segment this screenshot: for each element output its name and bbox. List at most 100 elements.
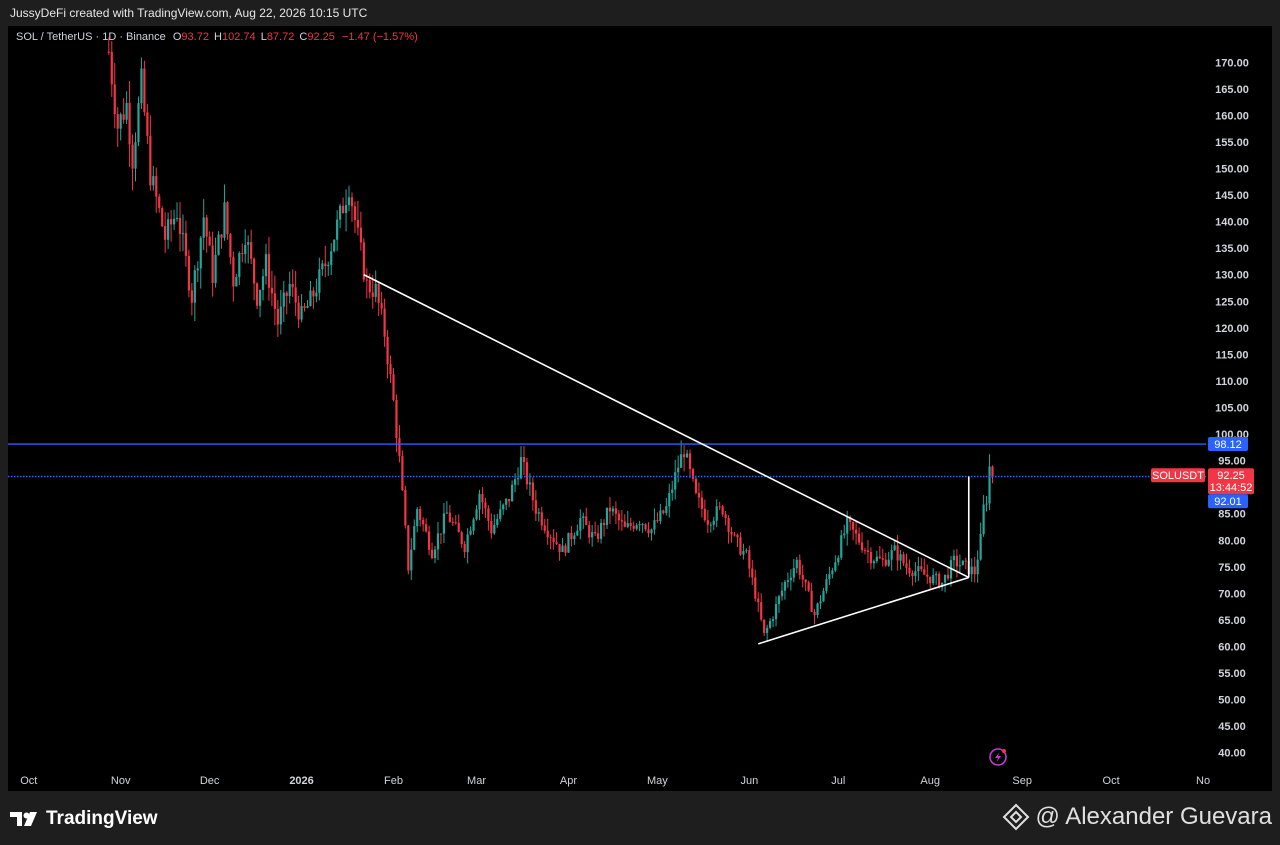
candle-body bbox=[146, 112, 149, 136]
candle-body bbox=[205, 217, 208, 237]
candle-body bbox=[543, 525, 546, 531]
candle-body bbox=[828, 574, 831, 580]
candle-body bbox=[751, 568, 754, 578]
candle-body bbox=[837, 557, 840, 563]
price-tick-label: 45.00 bbox=[1218, 721, 1246, 733]
candle-body bbox=[854, 529, 858, 534]
price-chart[interactable]: 170.00 165.00 160.00 155.00 150.00 145.00 140.… bbox=[8, 26, 1272, 791]
candle-body bbox=[448, 512, 451, 523]
candle-body bbox=[522, 457, 526, 463]
candle-body bbox=[380, 302, 383, 309]
candle-body bbox=[846, 516, 849, 534]
candle-body bbox=[982, 504, 985, 535]
candle-body bbox=[561, 545, 564, 553]
trendlines-layer bbox=[363, 274, 970, 645]
candle-body bbox=[534, 500, 537, 514]
candle-body bbox=[110, 51, 113, 85]
candle-body bbox=[312, 290, 315, 297]
candle-body bbox=[279, 306, 282, 325]
candle-body bbox=[238, 253, 241, 277]
candle-body bbox=[599, 522, 603, 539]
candle-body bbox=[410, 549, 413, 571]
candle-body bbox=[175, 217, 179, 219]
candle-body bbox=[857, 533, 861, 543]
candle-body bbox=[840, 535, 843, 558]
candle-body bbox=[736, 534, 739, 538]
candle-body bbox=[893, 545, 896, 551]
candle-body bbox=[422, 519, 425, 525]
candle-body bbox=[481, 493, 484, 503]
symbol-badge-label: SOLUSDT bbox=[1152, 470, 1204, 482]
time-axis: Oct Nov Dec 2026 Feb Mar Apr May Jun Jul Aug Sep Oct… bbox=[20, 775, 1210, 787]
candle-body bbox=[768, 620, 772, 628]
time-tick-label: Mar bbox=[467, 775, 486, 787]
candle-body bbox=[973, 566, 976, 575]
candle-body bbox=[869, 552, 873, 564]
candle-body bbox=[899, 554, 902, 561]
candle-body bbox=[635, 525, 638, 529]
time-tick-label: Nov bbox=[111, 775, 131, 787]
candle-body bbox=[816, 603, 819, 615]
candle-body bbox=[258, 290, 262, 306]
candle-body bbox=[644, 524, 647, 530]
candle-body bbox=[356, 220, 360, 228]
candle-body bbox=[745, 550, 748, 552]
candle-body bbox=[985, 503, 988, 505]
candle-body bbox=[347, 197, 351, 206]
candle-body bbox=[786, 580, 789, 582]
candle-body bbox=[917, 566, 920, 572]
price-tick-label: 75.00 bbox=[1218, 562, 1246, 574]
tradingview-logo-icon bbox=[10, 812, 37, 826]
candle-body bbox=[306, 305, 309, 308]
candle-body bbox=[617, 513, 620, 521]
candle-body bbox=[333, 239, 336, 252]
candle-body bbox=[748, 550, 751, 569]
candle-body bbox=[244, 244, 247, 255]
price-tick-label: 70.00 bbox=[1218, 588, 1246, 600]
candle-body bbox=[878, 556, 881, 559]
candle-body bbox=[525, 462, 529, 485]
candle-body bbox=[872, 561, 875, 564]
time-tick-label: Jun bbox=[740, 775, 758, 787]
time-tick-label: Dec bbox=[200, 775, 220, 787]
candle-body bbox=[181, 233, 185, 235]
candle-body bbox=[970, 566, 973, 575]
candle-body bbox=[247, 242, 250, 245]
candle-body bbox=[964, 560, 967, 562]
candle-body bbox=[149, 135, 152, 186]
candle-body bbox=[496, 519, 499, 525]
candle-body bbox=[439, 533, 443, 535]
candle-body bbox=[511, 484, 514, 502]
candle-body bbox=[659, 510, 662, 522]
candle-body bbox=[579, 518, 582, 531]
candle-body bbox=[125, 102, 128, 120]
candle-body bbox=[484, 502, 487, 509]
candle-body bbox=[712, 520, 715, 525]
tradingview-logo[interactable]: TradingView bbox=[10, 808, 158, 830]
candle-body bbox=[929, 576, 932, 584]
candle-body bbox=[297, 302, 300, 320]
candle-body bbox=[733, 534, 736, 536]
chart-panel[interactable]: 170.00 165.00 160.00 155.00 150.00 145.00 140.… bbox=[8, 26, 1272, 791]
candle-body bbox=[780, 590, 784, 597]
candle-body bbox=[641, 524, 644, 526]
candle-body bbox=[546, 530, 549, 538]
candle-body bbox=[140, 68, 143, 104]
price-tick-label: 110.00 bbox=[1215, 376, 1248, 388]
candle-body bbox=[694, 478, 698, 493]
price-tick-label: 120.00 bbox=[1215, 323, 1249, 335]
price-axis: 170.00 165.00 160.00 155.00 150.00 145.00 140.… bbox=[1206, 26, 1272, 791]
candle-body bbox=[549, 537, 552, 539]
candle-body bbox=[107, 51, 110, 53]
candle-body bbox=[629, 523, 632, 526]
candle-body bbox=[365, 279, 368, 281]
candle-body bbox=[134, 142, 137, 169]
time-tick-label: 2026 bbox=[289, 775, 313, 787]
time-tick-label: Feb bbox=[384, 775, 403, 787]
price-tick-label: 85.00 bbox=[1218, 509, 1246, 521]
candle-body bbox=[451, 522, 454, 524]
candle-body bbox=[288, 284, 291, 297]
binance-diamond-icon bbox=[1002, 803, 1029, 831]
candle-body bbox=[143, 68, 146, 113]
candle-body bbox=[472, 519, 475, 531]
